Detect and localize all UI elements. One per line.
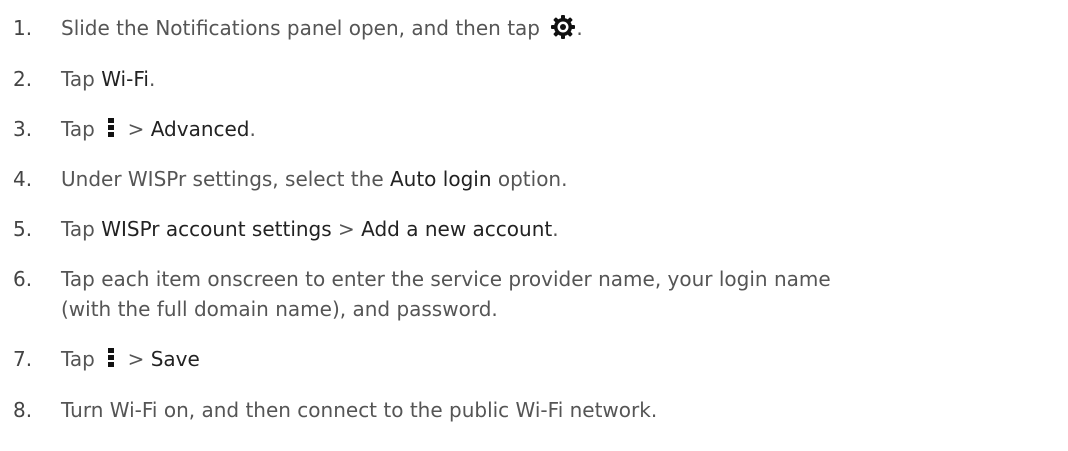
step-number: 5. — [13, 217, 33, 241]
step-text: Tap Wi-Fi. — [61, 64, 155, 94]
step-text-post: . — [576, 16, 583, 40]
step-text-pre: Slide the Notifications panel open, and … — [61, 16, 547, 40]
step-text-separator: > — [331, 217, 362, 241]
step-number: 8. — [13, 398, 33, 422]
step-text: Turn Wi-Fi on, and then connect to the p… — [61, 398, 658, 422]
gear-icon — [551, 15, 576, 39]
ui-term-add-new-account: Add a new account — [361, 217, 553, 241]
step-text-post: . — [249, 117, 256, 141]
ui-term-wispr-account-settings: WISPr account settings — [101, 217, 332, 241]
step-text-line-2: (with the full domain name), and passwor… — [61, 297, 498, 321]
step-number: 3. — [13, 117, 33, 141]
overflow-menu-icon — [107, 117, 115, 139]
ui-term-advanced: Advanced — [150, 117, 250, 141]
step-text-pre: Tap — [61, 217, 102, 241]
step-text-post: . — [552, 217, 559, 241]
step-text-separator: > — [121, 117, 151, 141]
step-text-pre: Tap — [61, 347, 102, 371]
instruction-steps: 1. Slide the Notifications panel open, a… — [0, 0, 1068, 451]
step-number: 6. — [13, 267, 33, 291]
step-text: Slide the Notifications panel open, and … — [61, 13, 583, 43]
step-number: 2. — [13, 67, 33, 91]
step-text-pre: Tap — [61, 67, 102, 91]
ui-term-save: Save — [150, 347, 200, 371]
step-text: Tap > Save — [61, 344, 200, 374]
step-number: 1. — [13, 16, 33, 40]
step-text-post: . — [148, 67, 156, 91]
overflow-menu-icon — [107, 347, 115, 369]
step-text-separator: > — [121, 347, 151, 371]
step-text-pre: Under WISPr settings, select the — [61, 167, 390, 191]
ui-term-wifi: Wi-Fi — [101, 67, 149, 91]
step-text-post: option. — [491, 167, 568, 191]
step-number: 7. — [13, 347, 33, 371]
step-text: Under WISPr settings, select the Auto lo… — [61, 164, 567, 194]
step-text-line-1: Tap each item onscreen to enter the serv… — [61, 267, 831, 291]
step-text: Tap > Advanced. — [61, 114, 256, 144]
step-text-pre: Tap — [61, 117, 102, 141]
ui-term-auto-login: Auto login — [389, 167, 492, 191]
step-text: Tap WISPr account settings > Add a new a… — [61, 214, 559, 244]
step-number: 4. — [13, 167, 33, 191]
